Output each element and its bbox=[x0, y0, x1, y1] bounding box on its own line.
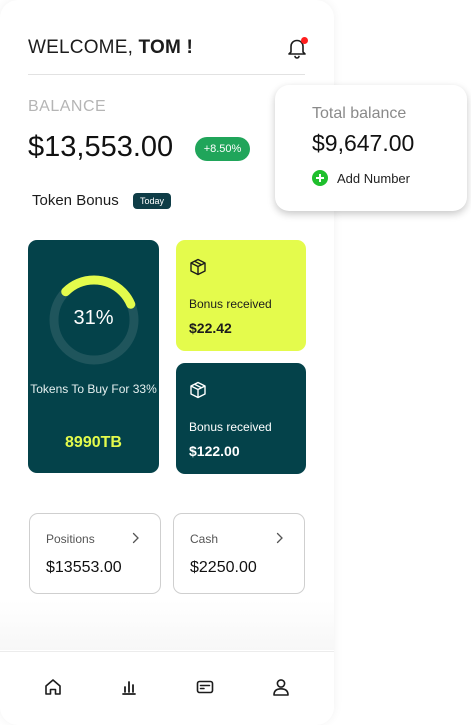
total-balance-card[interactable]: Total balance $9,647.00 Add Number bbox=[275, 85, 467, 211]
card-icon[interactable] bbox=[194, 676, 216, 698]
balance-label: BALANCE bbox=[28, 98, 107, 115]
package-icon bbox=[190, 381, 206, 399]
bonus-label: Bonus received bbox=[189, 297, 272, 311]
cash-value: $2250.00 bbox=[190, 559, 257, 576]
package-icon bbox=[190, 258, 206, 276]
positions-value: $13553.00 bbox=[46, 559, 122, 576]
add-number-button[interactable]: Add Number bbox=[312, 170, 410, 186]
bonus-value: $122.00 bbox=[189, 443, 240, 459]
bottom-nav bbox=[0, 651, 334, 725]
home-icon[interactable] bbox=[42, 676, 64, 698]
welcome-heading: WELCOME, TOM ! bbox=[28, 37, 193, 59]
cash-card[interactable]: Cash $2250.00 bbox=[173, 513, 305, 594]
chevron-right-icon bbox=[132, 532, 139, 544]
total-balance-label: Total balance bbox=[312, 105, 407, 122]
bonus-card-1[interactable]: Bonus received $22.42 bbox=[176, 240, 306, 351]
header-divider bbox=[28, 74, 305, 75]
total-balance-value: $9,647.00 bbox=[312, 130, 415, 156]
progress-percent: 31% bbox=[73, 307, 114, 329]
bonus-label: Bonus received bbox=[189, 420, 272, 434]
token-bonus-title: Token Bonus bbox=[32, 192, 119, 209]
positions-title: Positions bbox=[46, 532, 95, 546]
positions-card[interactable]: Positions $13553.00 bbox=[29, 513, 161, 594]
cash-title: Cash bbox=[190, 532, 219, 546]
today-tag[interactable]: Today bbox=[133, 193, 172, 209]
token-progress-card[interactable]: 31% Tokens To Buy For 33% 8990TB bbox=[28, 240, 159, 473]
balance-value: $13,553.00 bbox=[28, 131, 174, 163]
user-name: TOM ! bbox=[138, 37, 194, 58]
bell-icon[interactable] bbox=[286, 36, 308, 60]
add-number-label: Add Number bbox=[337, 170, 410, 186]
tokens-amount: 8990TB bbox=[65, 434, 122, 451]
bonus-card-2[interactable]: Bonus received $122.00 bbox=[176, 363, 306, 474]
plus-circle-icon bbox=[312, 170, 328, 186]
chevron-right-icon bbox=[276, 532, 283, 544]
welcome-prefix: WELCOME, bbox=[28, 37, 134, 58]
change-badge: +8.50% bbox=[195, 137, 250, 161]
notification-dot bbox=[301, 37, 308, 44]
bonus-value: $22.42 bbox=[189, 320, 232, 336]
user-icon[interactable] bbox=[270, 676, 292, 698]
chart-icon[interactable] bbox=[118, 676, 140, 698]
bottom-fade bbox=[0, 600, 334, 650]
tokens-caption: Tokens To Buy For 33% bbox=[30, 382, 157, 396]
